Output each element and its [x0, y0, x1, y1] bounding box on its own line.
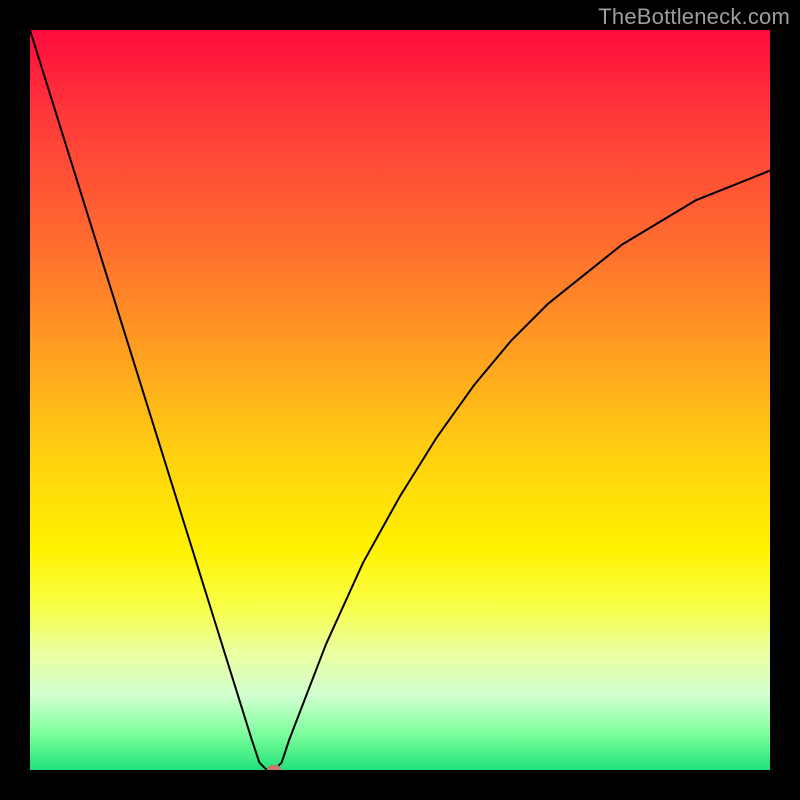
chart-frame: TheBottleneck.com: [0, 0, 800, 800]
watermark-text: TheBottleneck.com: [598, 4, 790, 30]
bottleneck-curve: [30, 30, 770, 770]
optimum-marker: [267, 765, 281, 770]
plot-area: [30, 30, 770, 770]
